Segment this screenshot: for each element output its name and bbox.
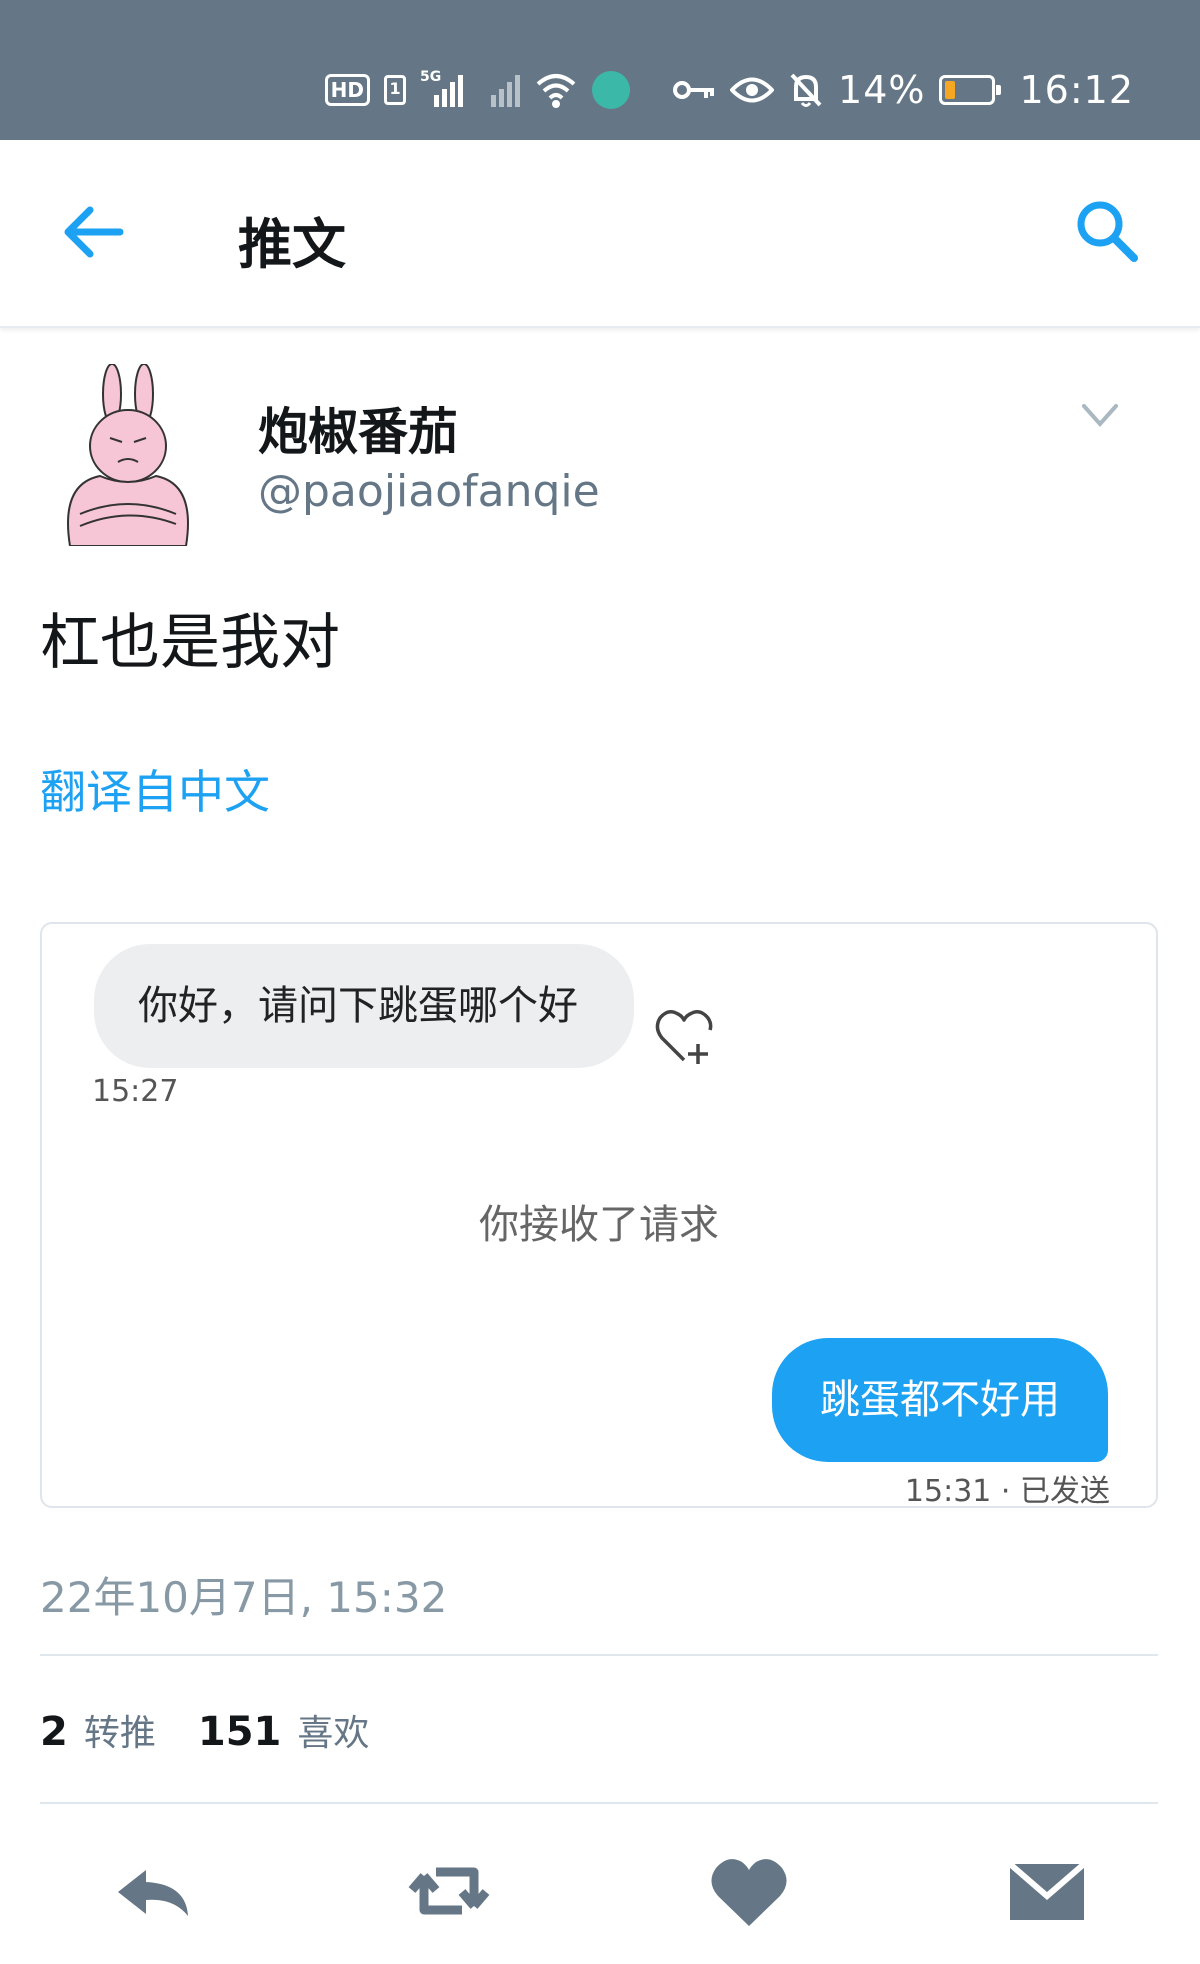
wifi-icon	[536, 74, 576, 108]
like-label[interactable]: 喜欢	[297, 1704, 369, 1756]
retweet-label[interactable]: 转推	[84, 1704, 156, 1756]
tweet-timestamp: 22年10月7日, 15:32	[40, 1573, 448, 1622]
page-title: 推文	[238, 213, 346, 276]
eye-icon	[730, 77, 775, 103]
arrow-left-icon[interactable]	[58, 202, 128, 262]
user-handle[interactable]: @paojiaofanqie	[258, 466, 600, 517]
avatar[interactable]	[50, 364, 210, 546]
key-icon	[673, 81, 715, 99]
attached-image[interactable]: 你好，请问下跳蛋哪个好 15:27 你接收了请求 跳蛋都不好用 15:31 · …	[40, 922, 1158, 1508]
system-message: 你接收了请求	[479, 1202, 719, 1248]
incoming-message-time: 15:27	[92, 1074, 179, 1109]
outgoing-message-bubble: 跳蛋都不好用	[772, 1338, 1108, 1462]
signal-icon: 5G	[420, 69, 464, 107]
chevron-down-icon[interactable]	[1078, 398, 1122, 434]
search-icon[interactable]	[1074, 198, 1140, 264]
network-type: 5G	[420, 69, 442, 85]
divider	[40, 1802, 1158, 1804]
app-notification-icon	[592, 71, 631, 109]
retweet-count[interactable]: 2	[40, 1709, 68, 1755]
sim-icon: 1	[384, 75, 407, 105]
tweet-actions	[0, 1846, 1200, 1936]
share-envelope-icon[interactable]	[1002, 1846, 1092, 1936]
incoming-message-bubble: 你好，请问下跳蛋哪个好	[94, 944, 634, 1068]
display-name[interactable]: 炮椒番茄	[258, 392, 458, 464]
heart-plus-icon	[655, 1010, 713, 1064]
reply-icon[interactable]	[108, 1846, 198, 1936]
top-app-bar: 推文	[0, 140, 1200, 328]
clock: 16:12	[1019, 68, 1134, 112]
divider	[40, 1654, 1158, 1656]
retweet-icon[interactable]	[404, 1846, 494, 1936]
mute-bell-icon	[790, 73, 822, 107]
battery-icon	[939, 75, 1002, 105]
like-heart-icon[interactable]	[704, 1846, 794, 1936]
pink-rabbit-avatar-icon	[67, 364, 189, 546]
translate-link[interactable]: 翻译自中文	[40, 756, 270, 822]
status-icons: HD 1 5G 14% 16:12	[324, 62, 1134, 118]
signal-2-icon	[477, 73, 521, 107]
battery-percent: 14%	[838, 68, 926, 112]
like-count[interactable]: 151	[198, 1709, 282, 1755]
tweet-text: 杠也是我对	[40, 608, 340, 678]
outgoing-message-status: 15:31 · 已发送	[904, 1474, 1110, 1508]
battery-fill	[945, 81, 956, 99]
hd-icon: HD	[324, 74, 371, 106]
status-bar: HD 1 5G 14% 16:12	[0, 0, 1200, 140]
tweet-stats: 2 转推 151 喜欢	[40, 1704, 369, 1756]
